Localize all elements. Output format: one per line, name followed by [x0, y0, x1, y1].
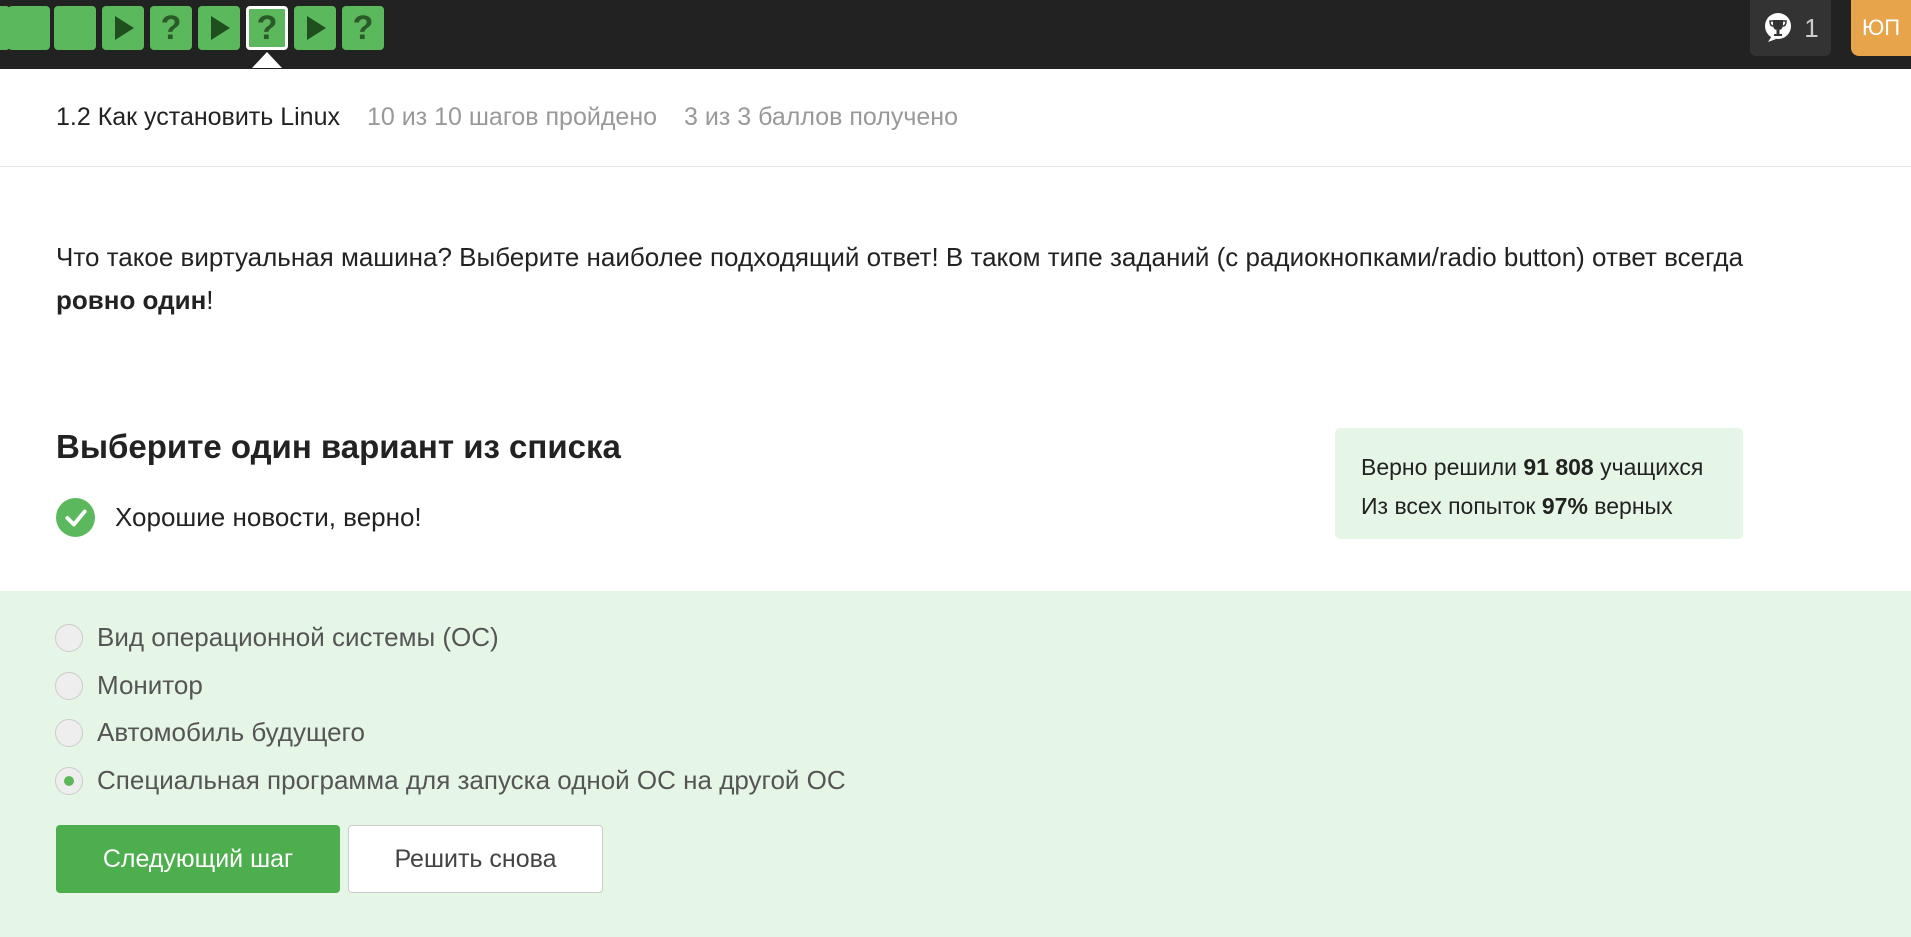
play-icon — [115, 16, 134, 40]
step-7-quiz-current[interactable]: ? — [246, 6, 288, 50]
check-icon — [56, 498, 95, 537]
radio-button-checked[interactable] — [55, 766, 83, 795]
play-icon — [307, 16, 326, 40]
feedback-correct: Хорошие новости, верно! — [56, 498, 422, 537]
solved-prefix: Верно решили — [1361, 454, 1524, 480]
answer-option-label: Специальная программа для запуска одной … — [97, 765, 846, 795]
answer-option-label: Монитор — [97, 670, 203, 700]
trophy-icon — [1765, 13, 1792, 42]
step-3-text[interactable] — [54, 6, 96, 50]
question-text-main: Что такое виртуальная машина? Выберите н… — [56, 242, 1744, 272]
step-4-video[interactable] — [102, 6, 144, 50]
attempts-line: Из всех попыток 97% верных — [1361, 487, 1717, 526]
feedback-text: Хорошие новости, верно! — [115, 502, 422, 532]
user-avatar[interactable]: ЮП — [1851, 0, 1911, 56]
question-text: Что такое виртуальная машина? Выберите н… — [56, 236, 1776, 322]
step-5-quiz[interactable]: ? — [150, 6, 192, 50]
question-mark-icon: ? — [160, 9, 182, 47]
trophy-count: 1 — [1804, 12, 1819, 43]
answer-option-selected[interactable]: Специальная программа для запуска одной … — [55, 765, 846, 796]
next-step-button[interactable]: Следующий шаг — [56, 825, 340, 893]
steps-progress: 10 из 10 шагов пройдено — [366, 103, 658, 131]
attempts-prefix: Из всех попыток — [1361, 493, 1542, 519]
solve-stats: Верно решили 91 808 учащихся Из всех поп… — [1335, 428, 1743, 539]
solved-suffix: учащихся — [1593, 454, 1704, 480]
attempts-percent: 97% — [1541, 493, 1588, 519]
step-8-video[interactable] — [294, 6, 336, 50]
question-text-bold: ровно один — [56, 285, 207, 315]
solved-count: 91 808 — [1523, 454, 1594, 480]
radio-button[interactable] — [55, 671, 83, 700]
radio-button[interactable] — [55, 718, 83, 747]
retry-button[interactable]: Решить снова — [348, 825, 603, 893]
attempts-suffix: верных — [1587, 493, 1673, 519]
answer-option-label: Вид операционной системы (ОС) — [97, 622, 499, 652]
question-text-end: ! — [206, 285, 214, 315]
current-step-marker — [252, 52, 282, 68]
answer-option[interactable]: Вид операционной системы (ОС) — [55, 622, 499, 653]
answer-option[interactable]: Монитор — [55, 670, 203, 701]
question-mark-icon: ? — [256, 9, 278, 47]
play-icon — [211, 16, 230, 40]
step-2-text[interactable] — [8, 6, 50, 50]
answer-option-label: Автомобиль будущего — [97, 717, 365, 747]
step-9-quiz[interactable]: ? — [342, 6, 384, 50]
answer-option[interactable]: Автомобиль будущего — [55, 717, 365, 748]
score-progress: 3 из 3 баллов получено — [684, 103, 958, 131]
quiz-title: Выберите один вариант из списка — [56, 428, 621, 465]
radio-button[interactable] — [55, 623, 83, 652]
achievements-button[interactable]: 1 — [1750, 0, 1831, 56]
lesson-header: 1.2 Как установить Linux 10 из 10 шагов … — [0, 69, 1911, 167]
top-bar: ? ? ? 1 ЮП — [0, 0, 1911, 69]
solved-line: Верно решили 91 808 учащихся — [1361, 448, 1717, 487]
question-mark-icon: ? — [352, 9, 374, 47]
step-6-video[interactable] — [198, 6, 240, 50]
lesson-title[interactable]: 1.2 Как установить Linux — [56, 103, 340, 132]
